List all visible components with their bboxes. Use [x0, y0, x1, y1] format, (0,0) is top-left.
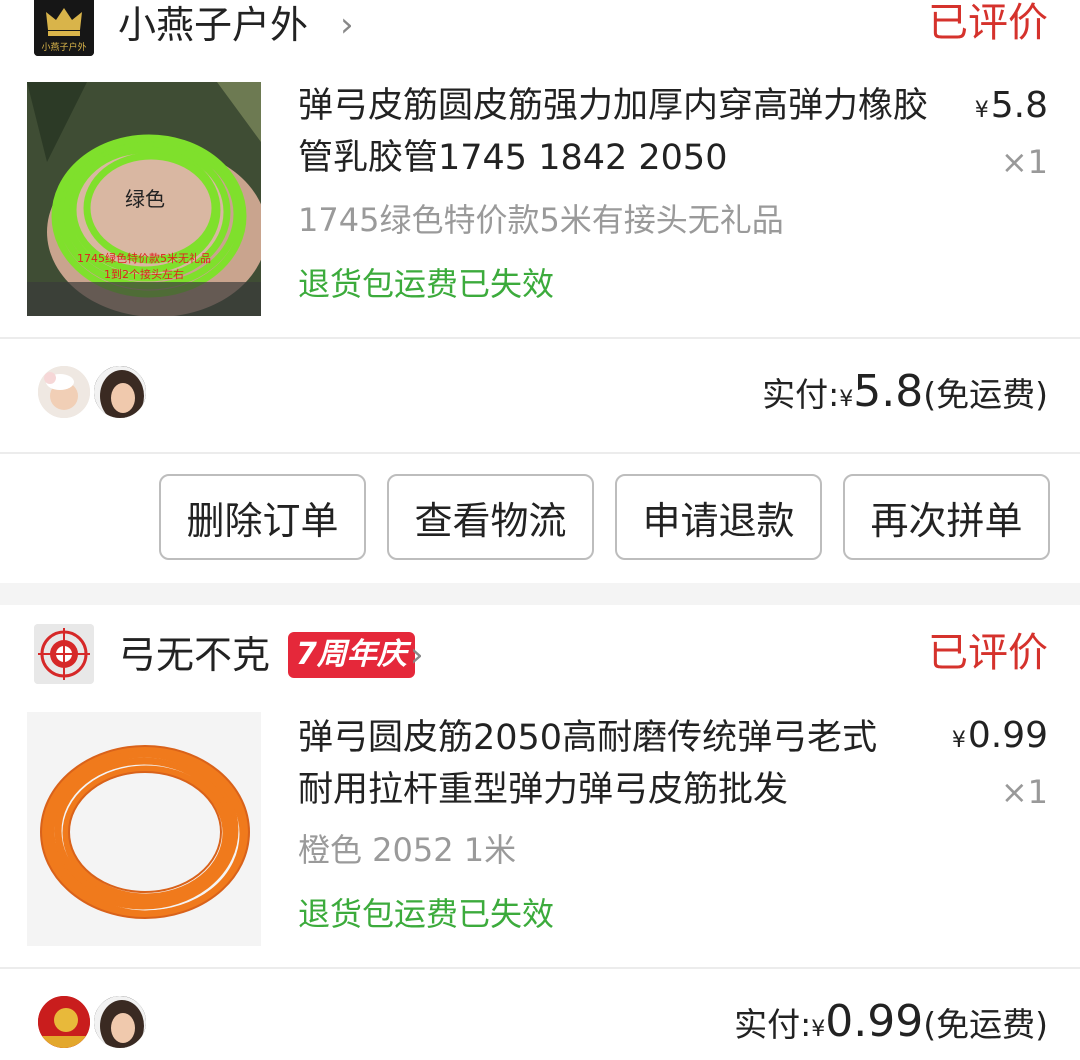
product-title[interactable]: 弹弓圆皮筋2050高耐磨传统弹弓老式耐用拉杆重型弹力弹弓皮筋批发: [298, 712, 908, 816]
svg-text:绿色: 绿色: [125, 187, 165, 211]
avatar[interactable]: [36, 364, 92, 420]
chevron-right-icon[interactable]: ›: [410, 630, 424, 680]
anniversary-badge: 7周年庆: [288, 632, 415, 678]
divider: [0, 967, 1080, 969]
return-policy: 退货包运费已失效: [298, 265, 555, 303]
product-quantity: ×1: [1000, 773, 1048, 811]
request-refund-button[interactable]: 申请退款: [615, 474, 822, 560]
product-spec: 1745绿色特价款5米有接头无礼品: [298, 201, 784, 239]
delete-order-button[interactable]: 删除订单: [159, 474, 366, 560]
store-name[interactable]: 弓无不克: [118, 630, 270, 680]
avatar[interactable]: [92, 994, 148, 1050]
product-quantity: ×1: [1000, 143, 1048, 181]
store-logo[interactable]: 小燕子户外: [34, 0, 94, 56]
divider: [0, 337, 1080, 339]
reorder-button[interactable]: 再次拼单: [843, 474, 1050, 560]
target-logo-icon: [34, 624, 94, 684]
svg-text:1745绿色特价款5米无礼品: 1745绿色特价款5米无礼品: [77, 251, 211, 265]
chevron-right-icon[interactable]: ›: [340, 0, 354, 50]
store-name[interactable]: 小燕子户外: [118, 0, 308, 50]
order-status: 已评价: [928, 0, 1048, 46]
amount-paid: 实付:¥0.99(免运费): [734, 996, 1048, 1047]
svg-text:1到2个接头左右: 1到2个接头左右: [104, 267, 184, 281]
svg-text:小燕子户外: 小燕子户外: [41, 41, 86, 53]
return-policy: 退货包运费已失效: [298, 895, 555, 933]
avatar[interactable]: [92, 364, 148, 420]
product-spec: 橙色 2052 1米: [298, 831, 517, 869]
order-separator: [0, 583, 1080, 605]
view-logistics-button[interactable]: 查看物流: [387, 474, 594, 560]
product-thumbnail[interactable]: [27, 712, 261, 946]
divider: [0, 452, 1080, 454]
product-title[interactable]: 弹弓皮筋圆皮筋强力加厚内穿高弹力橡胶管乳胶管1745 1842 2050: [298, 80, 928, 184]
product-price: ¥5.8: [974, 85, 1048, 126]
order-status: 已评价: [928, 630, 1048, 676]
avatar[interactable]: [36, 994, 92, 1050]
product-thumbnail[interactable]: 绿色 1745绿色特价款5米无礼品 1到2个接头左右: [27, 82, 261, 316]
amount-paid: 实付:¥5.8(免运费): [762, 366, 1048, 417]
store-logo[interactable]: [34, 624, 94, 684]
crown-logo-icon: 小燕子户外: [34, 0, 94, 56]
product-price: ¥0.99: [951, 715, 1048, 756]
